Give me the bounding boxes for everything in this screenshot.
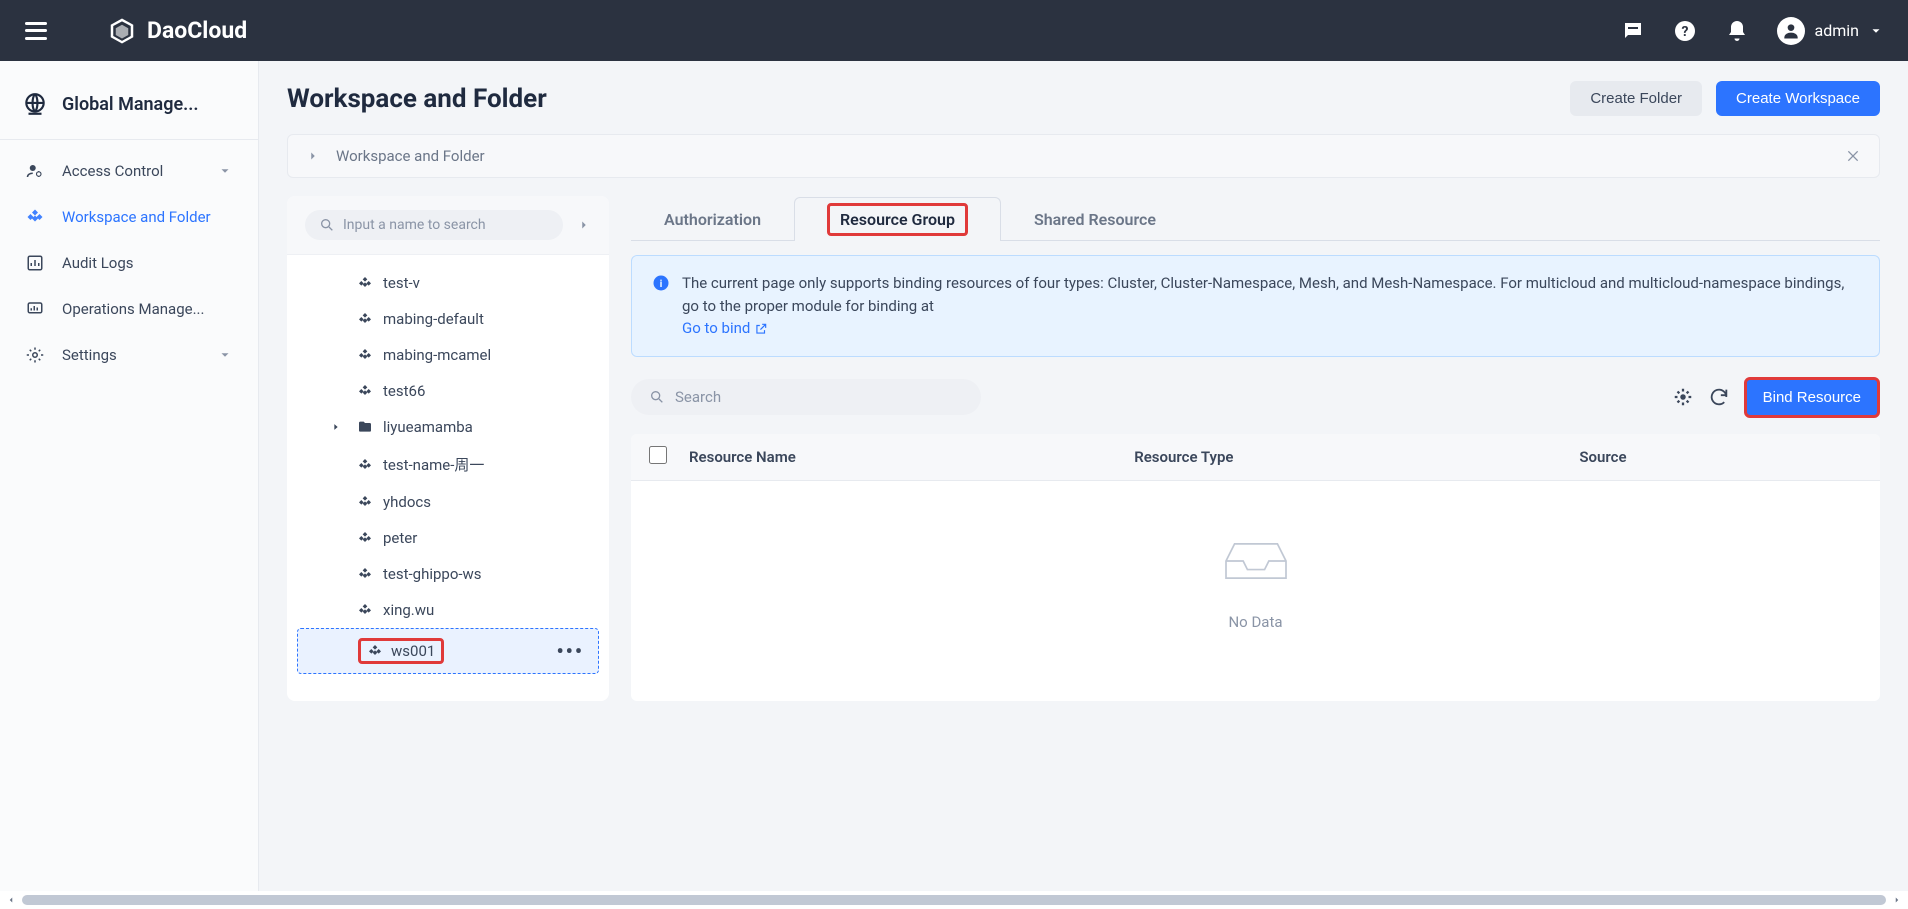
- workspace-icon: [26, 208, 44, 226]
- empty-text: No Data: [631, 613, 1880, 631]
- info-banner: i The current page only supports binding…: [631, 255, 1880, 357]
- search-icon: [649, 389, 665, 405]
- tree-search-input[interactable]: Input a name to search: [305, 210, 563, 240]
- select-all-checkbox[interactable]: [649, 446, 667, 464]
- user-gear-icon: [26, 162, 44, 180]
- sidebar: Global Manage... Access Control Workspac…: [0, 61, 259, 891]
- tree-item-test-name-周一[interactable]: test-name-周一: [287, 445, 609, 484]
- sidebar-item-label: Audit Logs: [62, 254, 134, 272]
- brand-name: DaoCloud: [147, 17, 247, 44]
- tree-item-mabing-mcamel[interactable]: mabing-mcamel: [287, 337, 609, 373]
- main-content: Workspace and Folder Create Folder Creat…: [259, 61, 1908, 891]
- sidebar-item-workspace[interactable]: Workspace and Folder: [0, 194, 258, 240]
- external-link-icon: [754, 322, 768, 336]
- sidebar-section-header[interactable]: Global Manage...: [0, 77, 258, 131]
- chevron-down-icon: [218, 348, 232, 362]
- globe-icon: [22, 91, 48, 117]
- avatar-icon: [1777, 17, 1805, 45]
- tree-item-test-v[interactable]: test-v: [287, 265, 609, 301]
- menu-toggle-icon[interactable]: [25, 22, 47, 40]
- tree-item-xing.wu[interactable]: xing.wu: [287, 592, 609, 628]
- banner-text: The current page only supports binding r…: [682, 274, 1844, 315]
- settings-gear-icon[interactable]: [1672, 386, 1694, 408]
- cube-icon: [107, 16, 137, 46]
- tree-item-mabing-default[interactable]: mabing-default: [287, 301, 609, 337]
- tree-item-yhdocs[interactable]: yhdocs: [287, 484, 609, 520]
- refresh-icon[interactable]: [1708, 386, 1730, 408]
- svg-text:i: i: [660, 277, 663, 290]
- svg-text:?: ?: [1681, 24, 1688, 40]
- chevron-right-icon[interactable]: [306, 149, 320, 163]
- scroll-thumb[interactable]: [22, 895, 1886, 905]
- sidebar-item-operations[interactable]: Operations Manage...: [0, 286, 258, 332]
- monitor-icon: [26, 300, 44, 318]
- workspace-tree-panel: Input a name to search test-vmabing-defa…: [287, 196, 609, 701]
- tree-item-liyueamamba[interactable]: liyueamamba: [287, 409, 609, 445]
- tree-item-peter[interactable]: peter: [287, 520, 609, 556]
- brand-logo[interactable]: DaoCloud: [107, 16, 247, 46]
- bind-resource-button[interactable]: Bind Resource: [1744, 377, 1880, 418]
- tree-item-test66[interactable]: test66: [287, 373, 609, 409]
- col-source: Source: [1579, 448, 1802, 466]
- breadcrumb: Workspace and Folder: [287, 134, 1880, 178]
- resource-search-input[interactable]: Search: [631, 379, 981, 415]
- sidebar-item-label: Settings: [62, 346, 117, 364]
- tree-collapse-icon[interactable]: [577, 218, 591, 232]
- tree-item-test-ghippo-ws[interactable]: test-ghippo-ws: [287, 556, 609, 592]
- col-resource-type: Resource Type: [1134, 448, 1579, 466]
- tab-authorization[interactable]: Authorization: [631, 197, 794, 241]
- scroll-left-icon[interactable]: [6, 895, 16, 905]
- chevron-down-icon: [218, 164, 232, 178]
- sidebar-item-label: Operations Manage...: [62, 300, 204, 318]
- go-to-bind-link[interactable]: Go to bind: [682, 319, 768, 337]
- username: admin: [1815, 21, 1859, 40]
- sidebar-item-access-control[interactable]: Access Control: [0, 148, 258, 194]
- sidebar-item-label: Access Control: [62, 162, 163, 180]
- more-icon[interactable]: •••: [556, 639, 584, 663]
- resource-table: Resource Name Resource Type Source No Da…: [631, 434, 1880, 701]
- horizontal-scrollbar[interactable]: [0, 891, 1908, 909]
- scroll-right-icon[interactable]: [1892, 895, 1902, 905]
- top-navbar: DaoCloud ? admin: [0, 0, 1908, 61]
- close-icon[interactable]: [1845, 148, 1861, 164]
- chart-bar-icon: [26, 254, 44, 272]
- tree-item-ws001[interactable]: ws001•••: [297, 628, 599, 674]
- user-menu[interactable]: admin: [1777, 17, 1883, 45]
- tab-resource-group: Resource Group: [827, 203, 968, 236]
- tab-resource-group-wrapper[interactable]: Resource Group: [794, 197, 1001, 241]
- search-icon: [319, 217, 335, 233]
- sidebar-item-label: Workspace and Folder: [62, 208, 211, 226]
- info-icon: i: [652, 274, 670, 292]
- gear-icon: [26, 346, 44, 364]
- tabs: Authorization Resource Group Shared Reso…: [631, 196, 1880, 241]
- chat-icon[interactable]: [1621, 19, 1645, 43]
- chevron-down-icon: [1869, 24, 1883, 38]
- breadcrumb-label: Workspace and Folder: [336, 147, 485, 165]
- col-resource-name: Resource Name: [689, 448, 1134, 466]
- tab-shared-resource[interactable]: Shared Resource: [1001, 197, 1189, 241]
- inbox-icon: [1211, 531, 1301, 591]
- help-icon[interactable]: ?: [1673, 19, 1697, 43]
- page-title: Workspace and Folder: [287, 84, 547, 114]
- create-folder-button[interactable]: Create Folder: [1570, 81, 1702, 116]
- bell-icon[interactable]: [1725, 19, 1749, 43]
- sidebar-section-title: Global Manage...: [62, 94, 199, 115]
- sidebar-item-settings[interactable]: Settings: [0, 332, 258, 378]
- sidebar-item-audit-logs[interactable]: Audit Logs: [0, 240, 258, 286]
- empty-state: No Data: [631, 481, 1880, 701]
- create-workspace-button[interactable]: Create Workspace: [1716, 81, 1880, 116]
